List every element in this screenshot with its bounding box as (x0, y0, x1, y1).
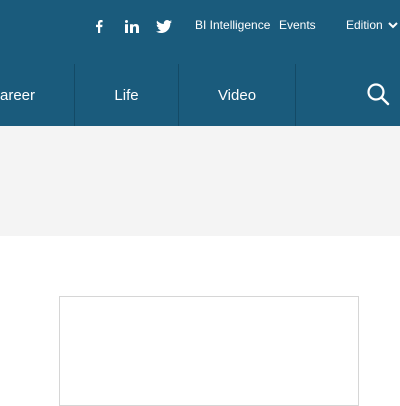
events-link[interactable]: Events (279, 17, 316, 33)
nav-item-label: Life (114, 86, 139, 104)
edition-dropdown[interactable]: Edition (346, 17, 398, 33)
top-header: BI Intelligence Events Edition (0, 0, 400, 64)
nav-item-video[interactable]: Video (179, 64, 296, 126)
bi-intelligence-link[interactable]: BI Intelligence (195, 17, 270, 33)
facebook-icon[interactable] (92, 15, 106, 37)
linkedin-icon[interactable] (123, 15, 141, 37)
nav-item-label: areer (0, 86, 36, 104)
nav-item-career[interactable]: areer (0, 64, 75, 126)
chevron-down-icon (387, 21, 398, 28)
search-button[interactable] (362, 78, 394, 110)
nav-item-life[interactable]: Life (75, 64, 179, 126)
nav-item-label: Video (217, 86, 257, 104)
main-nav: areer Life Video (0, 64, 400, 126)
ad-placeholder (59, 296, 359, 406)
banner-area (0, 126, 400, 236)
search-icon (367, 83, 390, 106)
twitter-icon[interactable] (155, 15, 173, 37)
edition-label: Edition (346, 18, 383, 32)
